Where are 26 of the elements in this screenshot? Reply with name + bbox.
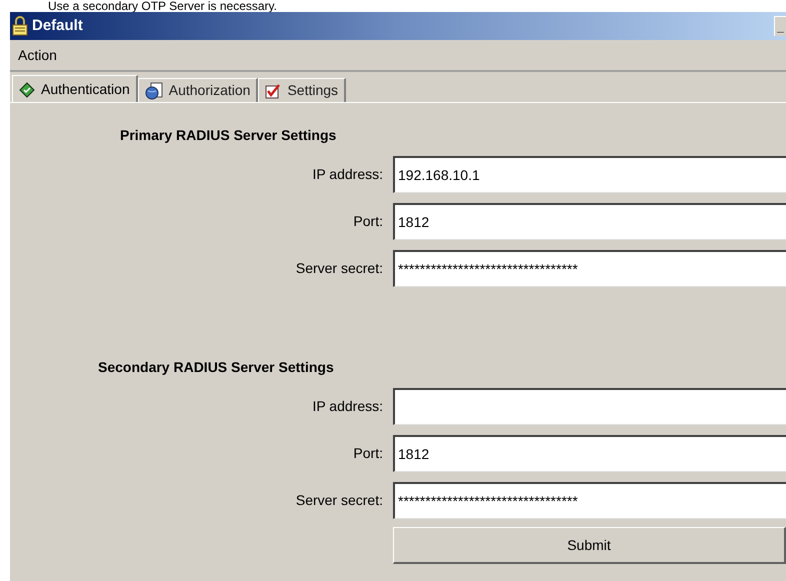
menu-item[interactable]: Action (18, 44, 57, 66)
section-heading: Secondary RADIUS Server Settings (98, 358, 335, 377)
section-heading: Primary RADIUS Server Settings (120, 126, 338, 145)
tab[interactable]: Settings (258, 78, 346, 102)
input-field[interactable]: 1812 (393, 435, 786, 472)
submit-button[interactable]: Submit (393, 527, 786, 564)
input-field[interactable]: ********************************* (393, 250, 786, 287)
field-label: IP address: (311, 165, 384, 184)
field-label: Server secret: (294, 259, 384, 278)
globe-document-icon (144, 82, 163, 100)
checkbox-check-icon (265, 82, 282, 98)
window-title: Default (32, 16, 83, 36)
diamond-check-icon (19, 82, 35, 98)
input-field[interactable]: 192.168.10.1 (393, 156, 786, 193)
input-field[interactable]: 1812 (393, 203, 786, 240)
padlock-icon (12, 16, 28, 36)
field-label: Server secret: (294, 491, 384, 510)
minimize-button[interactable]: _ (774, 16, 786, 36)
input-field[interactable]: ********************************* (393, 482, 786, 519)
tab[interactable]: Authentication (12, 75, 138, 103)
caption-text: Use a secondary OTP Server is necessary. (48, 0, 277, 12)
field-label: Port: (352, 212, 384, 231)
input-field[interactable] (393, 388, 786, 425)
tab[interactable]: Authorization (138, 78, 258, 102)
field-label: Port: (352, 444, 384, 463)
field-label: IP address: (311, 397, 384, 416)
